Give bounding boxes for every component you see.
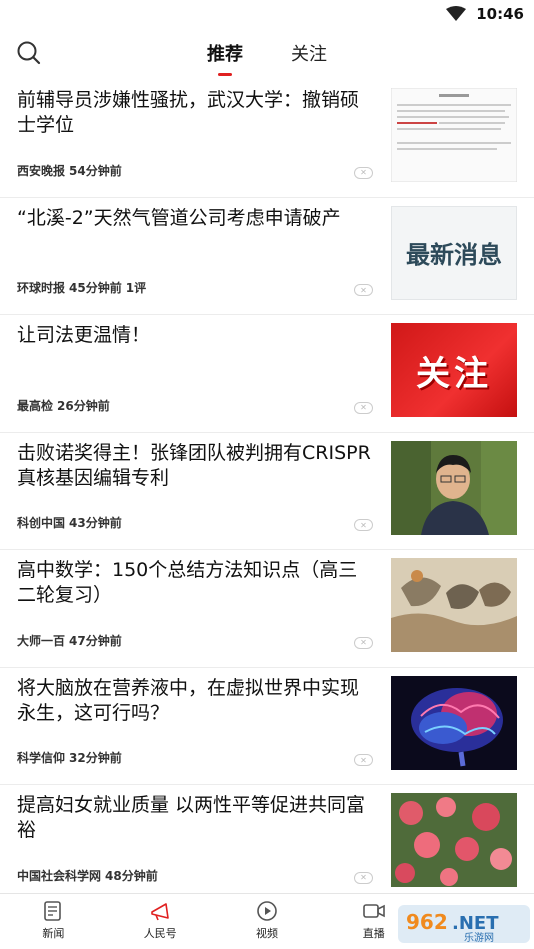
news-source: 环球时报 [17, 281, 66, 295]
latest-news-text: 最新消息 [406, 240, 502, 269]
nav-video[interactable]: 视频 [214, 894, 321, 949]
watermark-logo: 962 .NET 乐游网 [398, 897, 530, 945]
nav-people[interactable]: 人民号 [107, 894, 214, 949]
nav-people-label: 人民号 [143, 927, 177, 940]
news-source: 科创中国 [17, 516, 66, 530]
status-time: 10:46 [476, 5, 524, 23]
comment-count: 1评 [125, 281, 147, 295]
news-source: 科学信仰 [17, 751, 66, 765]
wifi-icon [446, 6, 467, 21]
feed-tabs: 推荐 关注 [0, 28, 534, 80]
close-icon: ✕ [360, 755, 367, 765]
play-icon [257, 901, 277, 921]
news-meta: 科学信仰 32分钟前 [17, 749, 126, 766]
news-item[interactable]: 击败诺奖得主！张锋团队被判拥有CRISPR真核基因编辑专利 科创中国 43分钟前 … [0, 433, 534, 550]
dislike-button[interactable]: ✕ [354, 871, 373, 884]
svg-text:乐游网: 乐游网 [464, 931, 494, 944]
news-source: 大师一百 [17, 633, 66, 648]
news-time: 26分钟前 [57, 398, 110, 413]
news-thumbnail: 最新消息 [391, 205, 517, 300]
nav-news[interactable]: 新闻 [0, 894, 107, 949]
dislike-button[interactable]: ✕ [354, 284, 373, 296]
search-icon [17, 41, 41, 65]
portrait-image [391, 440, 517, 535]
tab-recommend[interactable]: 推荐 [207, 28, 243, 80]
news-item[interactable]: 高中数学：150个总结方法知识点（高三二轮复习） 大师一百 47分钟前 ✕ [0, 550, 534, 668]
news-title: 让司法更温情！ [17, 324, 151, 346]
news-meta: 最高检 26分钟前 [17, 397, 114, 414]
search-button[interactable] [16, 40, 42, 66]
news-meta: 科创中国 43分钟前 [17, 514, 126, 531]
close-icon: ✕ [360, 285, 367, 295]
top-header: 推荐 关注 [0, 28, 534, 80]
dislike-button[interactable]: ✕ [354, 401, 373, 414]
news-title: 提高妇女就业质量 以两性平等促进共同富裕 [17, 794, 366, 841]
nav-news-label: 新闻 [42, 927, 65, 940]
news-meta: 大师一百 47分钟前 [17, 632, 126, 649]
news-time: 54分钟前 [69, 163, 122, 178]
news-time: 32分钟前 [69, 751, 122, 765]
dislike-button[interactable]: ✕ [354, 519, 373, 531]
news-title: “北溪-2”天然气管道公司考虑申请破产 [17, 206, 341, 229]
news-meta: 中国社会科学网 48分钟前 [17, 867, 162, 884]
megaphone-icon [151, 903, 169, 921]
nav-video-label: 视频 [255, 927, 278, 940]
news-title: 击败诺奖得主！张锋团队被判拥有CRISPR真核基因编辑专利 [17, 441, 371, 489]
dislike-button[interactable]: ✕ [354, 166, 373, 179]
dislike-button[interactable]: ✕ [354, 636, 373, 649]
dislike-button[interactable]: ✕ [354, 754, 373, 766]
news-title: 高中数学：150个总结方法知识点（高三二轮复习） [17, 559, 358, 606]
close-icon: ✕ [360, 873, 367, 882]
document-image [391, 88, 517, 182]
news-icon [44, 901, 62, 921]
nav-live-label: 直播 [362, 927, 385, 940]
news-time: 43分钟前 [69, 516, 122, 530]
news-meta: 西安晚报 54分钟前 [17, 162, 126, 179]
news-time: 47分钟前 [69, 633, 122, 648]
news-source: 中国社会科学网 [17, 868, 102, 883]
live-camera-icon [362, 904, 385, 918]
news-thumbnail [391, 675, 517, 770]
news-item[interactable]: 前辅导员涉嫌性骚扰，武汉大学：撤销硕士学位 西安晚报 54分钟前 ✕ [0, 80, 534, 198]
roses-image [391, 793, 517, 887]
news-source: 最高检 [17, 398, 54, 413]
news-item[interactable]: “北溪-2”天然气管道公司考虑申请破产 环球时报 45分钟前 1评 ✕ 最新消息 [0, 198, 534, 315]
news-title: 前辅导员涉嫌性骚扰，武汉大学：撤销硕士学位 [17, 89, 360, 136]
svg-text:.NET: .NET [452, 913, 499, 934]
tab-follow[interactable]: 关注 [291, 28, 327, 80]
close-icon: ✕ [360, 403, 367, 412]
news-time: 45分钟前 [69, 281, 122, 295]
news-time: 48分钟前 [105, 868, 158, 883]
news-thumbnail [391, 793, 517, 887]
close-icon: ✕ [360, 520, 367, 530]
watermark-image: 962 .NET 乐游网 [398, 905, 530, 944]
news-thumbnail: 关注 [391, 323, 517, 417]
news-thumbnail [391, 88, 517, 182]
close-icon: ✕ [360, 168, 367, 177]
news-item[interactable]: 提高妇女就业质量 以两性平等促进共同富裕 中国社会科学网 48分钟前 ✕ [0, 785, 534, 903]
svg-text:962: 962 [406, 910, 448, 934]
news-title: 将大脑放在营养液中，在虚拟世界中实现永生，这可行吗？ [17, 676, 360, 724]
status-bar: 10:46 [0, 0, 534, 28]
news-thumbnail [391, 558, 517, 652]
news-meta: 环球时报 45分钟前 1评 [17, 279, 150, 296]
news-source: 西安晚报 [17, 163, 66, 178]
attention-banner-text: 关注 [416, 353, 492, 394]
brain-image [391, 675, 517, 770]
horses-painting-image [391, 558, 517, 652]
news-item[interactable]: 将大脑放在营养液中，在虚拟世界中实现永生，这可行吗？ 科学信仰 32分钟前 ✕ [0, 668, 534, 785]
news-item[interactable]: 让司法更温情！ 最高检 26分钟前 ✕ 关注 [0, 315, 534, 433]
news-thumbnail [391, 440, 517, 535]
news-feed: 前辅导员涉嫌性骚扰，武汉大学：撤销硕士学位 西安晚报 54分钟前 ✕ “北溪-2”… [0, 80, 534, 903]
close-icon: ✕ [360, 638, 367, 647]
